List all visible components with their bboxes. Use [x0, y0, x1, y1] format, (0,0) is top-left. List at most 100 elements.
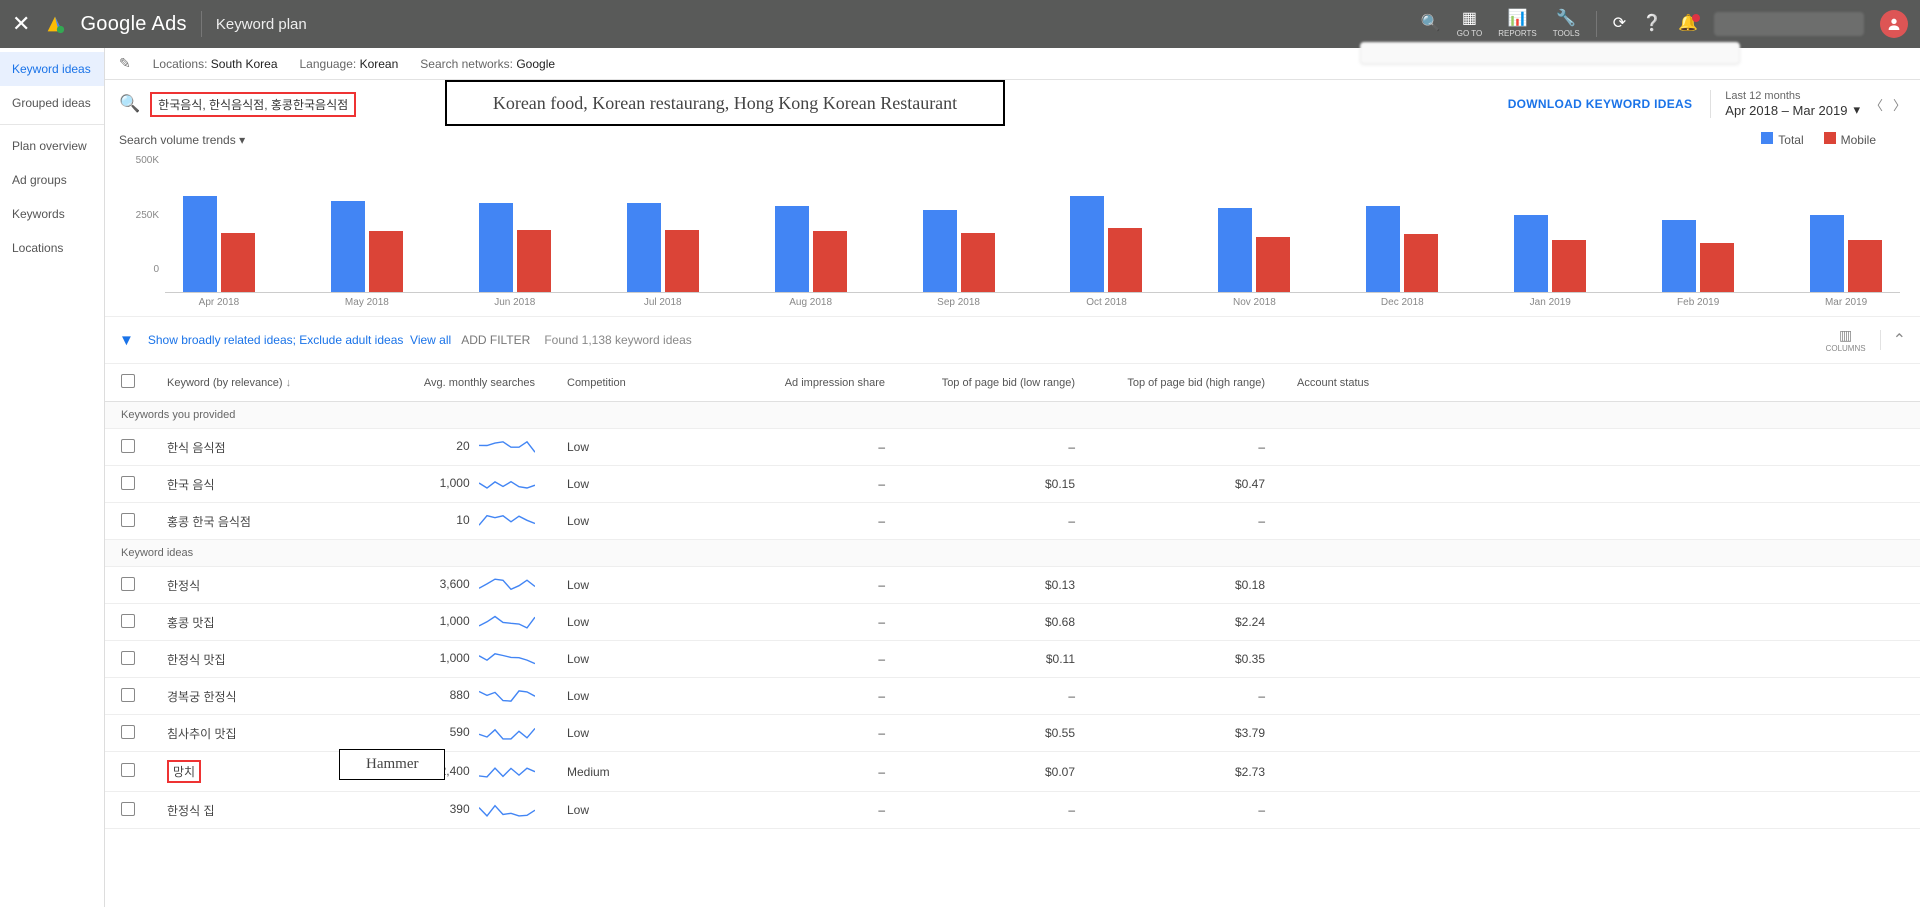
account-status-cell	[1281, 567, 1920, 604]
col-account-status[interactable]: Account status	[1281, 364, 1920, 402]
close-icon[interactable]: ✕	[12, 11, 30, 37]
search-icon[interactable]: 🔍	[119, 94, 140, 114]
table-section-header: Keyword ideas	[105, 540, 1920, 567]
keyword-cell[interactable]: 홍콩 맛집	[167, 616, 215, 630]
keyword-cell[interactable]: 한정식 집	[167, 804, 215, 818]
row-checkbox[interactable]	[121, 577, 135, 591]
keyword-cell[interactable]: 한정식	[167, 579, 200, 593]
search-icon[interactable]: 🔍	[1421, 16, 1441, 32]
keyword-cell[interactable]: 망치	[167, 760, 201, 783]
topbar: ✕ Google Ads Keyword plan 🔍 ▦GO TO 📊REPO…	[0, 0, 1920, 48]
sidebar-item-plan-overview[interactable]: Plan overview	[0, 129, 104, 163]
avg-searches-value: 1,000	[440, 476, 470, 490]
account-status-cell	[1281, 503, 1920, 540]
select-all-checkbox[interactable]	[121, 374, 135, 388]
row-checkbox[interactable]	[121, 651, 135, 665]
account-selector[interactable]	[1714, 12, 1864, 36]
trends-dropdown[interactable]: Search volume trends ▾	[119, 133, 245, 147]
cell-lo: $0.15	[901, 466, 1091, 503]
search-volume-chart: 500K250K0 Apr 2018May 2018Jun 2018Jul 20…	[105, 153, 1920, 316]
bar-total	[1662, 220, 1696, 292]
seed-keywords-row: 🔍 한국음식, 한식음식점, 홍콩한국음식점 Korean food, Kore…	[105, 80, 1920, 126]
competition-value: Low	[551, 429, 671, 466]
col-keyword[interactable]: Keyword (by relevance) ↓	[151, 364, 381, 402]
chevron-down-icon[interactable]: ▾	[1853, 102, 1860, 118]
row-checkbox[interactable]	[121, 688, 135, 702]
cell-hi: –	[1091, 678, 1281, 715]
filter-icon[interactable]: ▼	[119, 332, 134, 349]
download-keyword-ideas-link[interactable]: DOWNLOAD KEYWORD IDEAS	[1508, 97, 1693, 111]
account-dropdown-overlay[interactable]	[1360, 42, 1740, 64]
date-prev-icon[interactable]: 〈	[1870, 95, 1883, 114]
bar-total	[775, 206, 809, 292]
keyword-cell[interactable]: 한식 음식점	[167, 441, 226, 455]
date-range-label: Last 12 months	[1725, 90, 1860, 102]
date-range-value: Apr 2018 – Mar 2019	[1725, 103, 1847, 118]
locations-setting[interactable]: Locations: South Korea	[153, 57, 278, 71]
account-status-cell	[1281, 678, 1920, 715]
table-row: 한정식 맛집1,000 Low–$0.11$0.35	[105, 641, 1920, 678]
account-status-cell	[1281, 466, 1920, 503]
account-status-cell	[1281, 715, 1920, 752]
row-checkbox[interactable]	[121, 725, 135, 739]
table-row: 한정식3,600 Low–$0.13$0.18	[105, 567, 1920, 604]
bar-mobile	[1700, 243, 1734, 292]
networks-setting[interactable]: Search networks: Google	[420, 57, 555, 71]
date-range-picker[interactable]: Last 12 months Apr 2018 – Mar 2019 ▾	[1710, 90, 1860, 118]
row-checkbox[interactable]	[121, 439, 135, 453]
reports-tool[interactable]: 📊REPORTS	[1498, 11, 1537, 38]
bar-mobile	[1848, 240, 1882, 292]
annotation-hammer: Hammer	[339, 749, 445, 780]
bar-mobile	[369, 231, 403, 292]
filter-exclude-adult[interactable]: Exclude adult ideas	[299, 333, 403, 347]
col-impression-share[interactable]: Ad impression share	[671, 364, 901, 402]
tools-tool[interactable]: 🔧TOOLS	[1553, 11, 1580, 38]
cell-lo: $0.55	[901, 715, 1091, 752]
cell-hi: $0.47	[1091, 466, 1281, 503]
row-checkbox[interactable]	[121, 614, 135, 628]
row-checkbox[interactable]	[121, 513, 135, 527]
sidebar-item-ad-groups[interactable]: Ad groups	[0, 163, 104, 197]
col-low-bid[interactable]: Top of page bid (low range)	[901, 364, 1091, 402]
notifications-icon[interactable]: 🔔	[1678, 16, 1698, 32]
keyword-cell[interactable]: 한국 음식	[167, 478, 215, 492]
sidebar: Keyword ideas Grouped ideas Plan overvie…	[0, 48, 105, 907]
help-icon[interactable]: ❔	[1642, 16, 1662, 32]
keyword-cell[interactable]: 한정식 맛집	[167, 653, 226, 667]
account-status-cell	[1281, 641, 1920, 678]
row-checkbox[interactable]	[121, 476, 135, 490]
keyword-cell[interactable]: 홍콩 한국 음식점	[167, 515, 251, 529]
add-filter-button[interactable]: ADD FILTER	[461, 333, 530, 347]
seed-keywords-input[interactable]: 한국음식, 한식음식점, 홍콩한국음식점	[150, 92, 356, 117]
sidebar-item-locations[interactable]: Locations	[0, 231, 104, 265]
competition-value: Low	[551, 567, 671, 604]
columns-button[interactable]: ▥COLUMNS	[1826, 327, 1866, 353]
row-checkbox[interactable]	[121, 763, 135, 777]
table-row: 한국 음식1,000 Low–$0.15$0.47	[105, 466, 1920, 503]
expand-icon[interactable]: ⌃	[1880, 330, 1906, 350]
edit-icon[interactable]: ✎	[119, 55, 131, 72]
goto-tool[interactable]: ▦GO TO	[1457, 11, 1483, 38]
annotation-translation: Korean food, Korean restaurang, Hong Kon…	[445, 80, 1005, 126]
content: ✎ Locations: South Korea Language: Korea…	[105, 48, 1920, 907]
col-avg-searches[interactable]: Avg. monthly searches	[381, 364, 551, 402]
bar-total	[1070, 196, 1104, 292]
refresh-icon[interactable]: ⟳	[1613, 16, 1626, 32]
language-setting[interactable]: Language: Korean	[300, 57, 399, 71]
sidebar-item-grouped-ideas[interactable]: Grouped ideas	[0, 86, 104, 120]
date-next-icon[interactable]: 〉	[1893, 95, 1906, 114]
keyword-cell[interactable]: 침사추이 맛집	[167, 727, 237, 741]
cell-hi: –	[1091, 503, 1281, 540]
row-checkbox[interactable]	[121, 802, 135, 816]
cell-lo: –	[901, 678, 1091, 715]
col-competition[interactable]: Competition	[551, 364, 671, 402]
filter-broadly-related[interactable]: Show broadly related ideas;	[148, 333, 296, 347]
sidebar-item-keywords[interactable]: Keywords	[0, 197, 104, 231]
avatar[interactable]	[1880, 10, 1908, 38]
sidebar-item-keyword-ideas[interactable]: Keyword ideas	[0, 52, 104, 86]
bar-total	[1810, 215, 1844, 292]
filter-view-all[interactable]: View all	[410, 333, 451, 347]
col-high-bid[interactable]: Top of page bid (high range)	[1091, 364, 1281, 402]
page-title: Keyword plan	[216, 16, 307, 33]
keyword-cell[interactable]: 경복궁 한정식	[167, 690, 237, 704]
